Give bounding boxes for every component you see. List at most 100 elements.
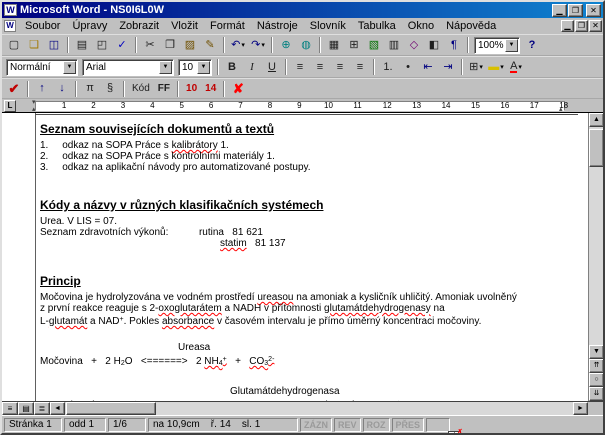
vertical-scrollbar[interactable]: ▲ ▼ ⇈ ○ ⇊ bbox=[588, 113, 603, 401]
increase-indent-button[interactable]: ⇥ bbox=[438, 58, 458, 77]
menu-item-format[interactable]: Formát bbox=[204, 19, 251, 33]
save-button[interactable]: ◫ bbox=[44, 36, 64, 55]
menu-item-napoveda[interactable]: Nápověda bbox=[440, 19, 502, 33]
italic-button[interactable]: I bbox=[242, 58, 262, 77]
macro-check-button[interactable]: ✔ bbox=[4, 79, 24, 98]
columns-button[interactable]: ▥ bbox=[384, 36, 404, 55]
cut-button[interactable]: ✂ bbox=[140, 36, 160, 55]
print-preview-button[interactable]: ◰ bbox=[92, 36, 112, 55]
decrease-indent-button[interactable]: ⇤ bbox=[418, 58, 438, 77]
format-painter-button[interactable]: ✎ bbox=[200, 36, 220, 55]
bold-button[interactable]: B bbox=[222, 58, 242, 77]
menu-item-zobrazit[interactable]: Zobrazit bbox=[113, 19, 165, 33]
menu-item-slovnik[interactable]: Slovník bbox=[304, 19, 352, 33]
menu-item-tabulka[interactable]: Tabulka bbox=[352, 19, 402, 33]
numbering-button[interactable]: 1. bbox=[378, 58, 398, 77]
doc-restore-button[interactable]: ❐ bbox=[575, 20, 588, 32]
chevron-down-icon[interactable]: ▼ bbox=[63, 61, 76, 74]
scroll-down-button[interactable]: ▼ bbox=[589, 345, 604, 359]
macro-10-button[interactable]: 10 bbox=[182, 79, 201, 98]
macro-pi-button[interactable]: π bbox=[80, 79, 100, 98]
help-button[interactable]: ? bbox=[522, 36, 542, 55]
vertical-scrollbar-thumb[interactable] bbox=[589, 129, 604, 167]
macro-section-button[interactable]: § bbox=[100, 79, 120, 98]
macro-ff-button[interactable]: FF bbox=[154, 79, 174, 98]
open-button[interactable]: ❏ bbox=[24, 36, 44, 55]
align-right-button[interactable]: ≡ bbox=[330, 58, 350, 77]
align-left-button[interactable]: ≡ bbox=[290, 58, 310, 77]
restore-button[interactable]: ❐ bbox=[568, 4, 583, 17]
vertical-scrollbar-track[interactable] bbox=[589, 127, 603, 345]
page-layout-view-button[interactable]: ▤ bbox=[18, 402, 34, 415]
spelling-status-indicator[interactable]: ✗ bbox=[426, 418, 450, 432]
tab-type-selector[interactable]: L bbox=[4, 100, 16, 112]
select-browse-object-button[interactable]: ○ bbox=[589, 373, 604, 387]
doc-close-button[interactable]: ✕ bbox=[589, 20, 602, 32]
horizontal-scrollbar-thumb[interactable] bbox=[66, 402, 156, 415]
doc-minimize-button[interactable]: ▁ bbox=[561, 20, 574, 32]
copy-button[interactable]: ❐ bbox=[160, 36, 180, 55]
scroll-left-button[interactable]: ◄ bbox=[50, 402, 65, 415]
scroll-up-button[interactable]: ▲ bbox=[589, 113, 604, 127]
insert-hyperlink-button[interactable]: ⊕ bbox=[276, 36, 296, 55]
status-indicator-pres[interactable]: PŘES bbox=[392, 418, 425, 432]
right-indent-marker[interactable]: ▴ bbox=[559, 106, 563, 113]
status-indicator-roz[interactable]: ROZ bbox=[363, 418, 390, 432]
chevron-down-icon[interactable]: ▼ bbox=[159, 61, 172, 74]
document-icon[interactable]: W bbox=[4, 20, 16, 32]
menu-item-vlozit[interactable]: Vložit bbox=[165, 19, 204, 33]
previous-page-button[interactable]: ⇈ bbox=[589, 359, 604, 373]
print-button[interactable]: ▤ bbox=[72, 36, 92, 55]
spelling-grammar-button[interactable]: ✓ bbox=[112, 36, 132, 55]
menu-item-nastroje[interactable]: Nástroje bbox=[251, 19, 304, 33]
macro-kod-button[interactable]: Kód bbox=[128, 79, 154, 98]
outline-view-button[interactable]: ≣ bbox=[34, 402, 50, 415]
macro-down-button[interactable]: ↓ bbox=[52, 79, 72, 98]
font-size-combo[interactable]: 10 ▼ bbox=[178, 59, 212, 76]
menu-item-okno[interactable]: Okno bbox=[402, 19, 440, 33]
borders-button[interactable]: ⊞▾ bbox=[466, 58, 486, 77]
dropdown-arrow-icon[interactable]: ▾ bbox=[518, 63, 522, 71]
web-toolbar-button[interactable]: ◍ bbox=[296, 36, 316, 55]
normal-view-button[interactable]: ≡ bbox=[2, 402, 18, 415]
dropdown-arrow-icon[interactable]: ▾ bbox=[479, 63, 483, 71]
style-combo[interactable]: Normální ▼ bbox=[6, 59, 78, 76]
align-center-button[interactable]: ≡ bbox=[310, 58, 330, 77]
menu-item-upravy[interactable]: Úpravy bbox=[66, 19, 113, 33]
insert-table-button[interactable]: ⊞ bbox=[344, 36, 364, 55]
insert-excel-button[interactable]: ▧ bbox=[364, 36, 384, 55]
font-color-button[interactable]: A▾ bbox=[506, 58, 526, 77]
macro-close-button[interactable]: ✘ bbox=[228, 79, 248, 98]
dropdown-arrow-icon[interactable]: ▾ bbox=[241, 41, 245, 49]
first-line-indent-marker[interactable]: ▾ bbox=[32, 99, 36, 106]
hanging-indent-marker[interactable]: ▴ bbox=[32, 106, 36, 113]
horizontal-scrollbar-track[interactable] bbox=[65, 402, 573, 415]
macro-14-button[interactable]: 14 bbox=[201, 79, 220, 98]
document-map-button[interactable]: ◧ bbox=[424, 36, 444, 55]
minimize-button[interactable]: ▁ bbox=[552, 4, 567, 17]
close-button[interactable]: ✕ bbox=[586, 4, 601, 17]
next-page-button[interactable]: ⇊ bbox=[589, 387, 604, 401]
drawing-button[interactable]: ◇ bbox=[404, 36, 424, 55]
scroll-right-button[interactable]: ► bbox=[573, 402, 588, 415]
redo-button[interactable]: ↷▾ bbox=[248, 36, 268, 55]
status-indicator-rev[interactable]: REV bbox=[334, 418, 361, 432]
menu-item-soubor[interactable]: Soubor bbox=[19, 19, 66, 33]
macro-up-button[interactable]: ↑ bbox=[32, 79, 52, 98]
bullets-button[interactable]: • bbox=[398, 58, 418, 77]
highlight-button[interactable]: ▬▾ bbox=[486, 58, 506, 77]
chevron-down-icon[interactable]: ▼ bbox=[505, 39, 518, 52]
new-document-button[interactable]: ▢ bbox=[4, 36, 24, 55]
chevron-down-icon[interactable]: ▼ bbox=[197, 61, 210, 74]
font-combo[interactable]: Arial ▼ bbox=[82, 59, 174, 76]
document-area[interactable]: Seznam souvisejících dokumentů a textů1.… bbox=[2, 113, 588, 401]
horizontal-scrollbar[interactable]: ≡ ▤ ≣ ◄ ► bbox=[2, 401, 603, 415]
undo-button[interactable]: ↶▾ bbox=[228, 36, 248, 55]
tables-and-borders-button[interactable]: ▦ bbox=[324, 36, 344, 55]
show-hide-paragraph-button[interactable]: ¶ bbox=[444, 36, 464, 55]
paste-button[interactable]: ▨ bbox=[180, 36, 200, 55]
dropdown-arrow-icon[interactable]: ▾ bbox=[261, 41, 265, 49]
underline-button[interactable]: U bbox=[262, 58, 282, 77]
zoom-combo[interactable]: 100% ▼ bbox=[474, 37, 520, 54]
title-bar[interactable]: W Microsoft Word - NS0I6L0W ▁ ❐ ✕ bbox=[2, 2, 603, 18]
